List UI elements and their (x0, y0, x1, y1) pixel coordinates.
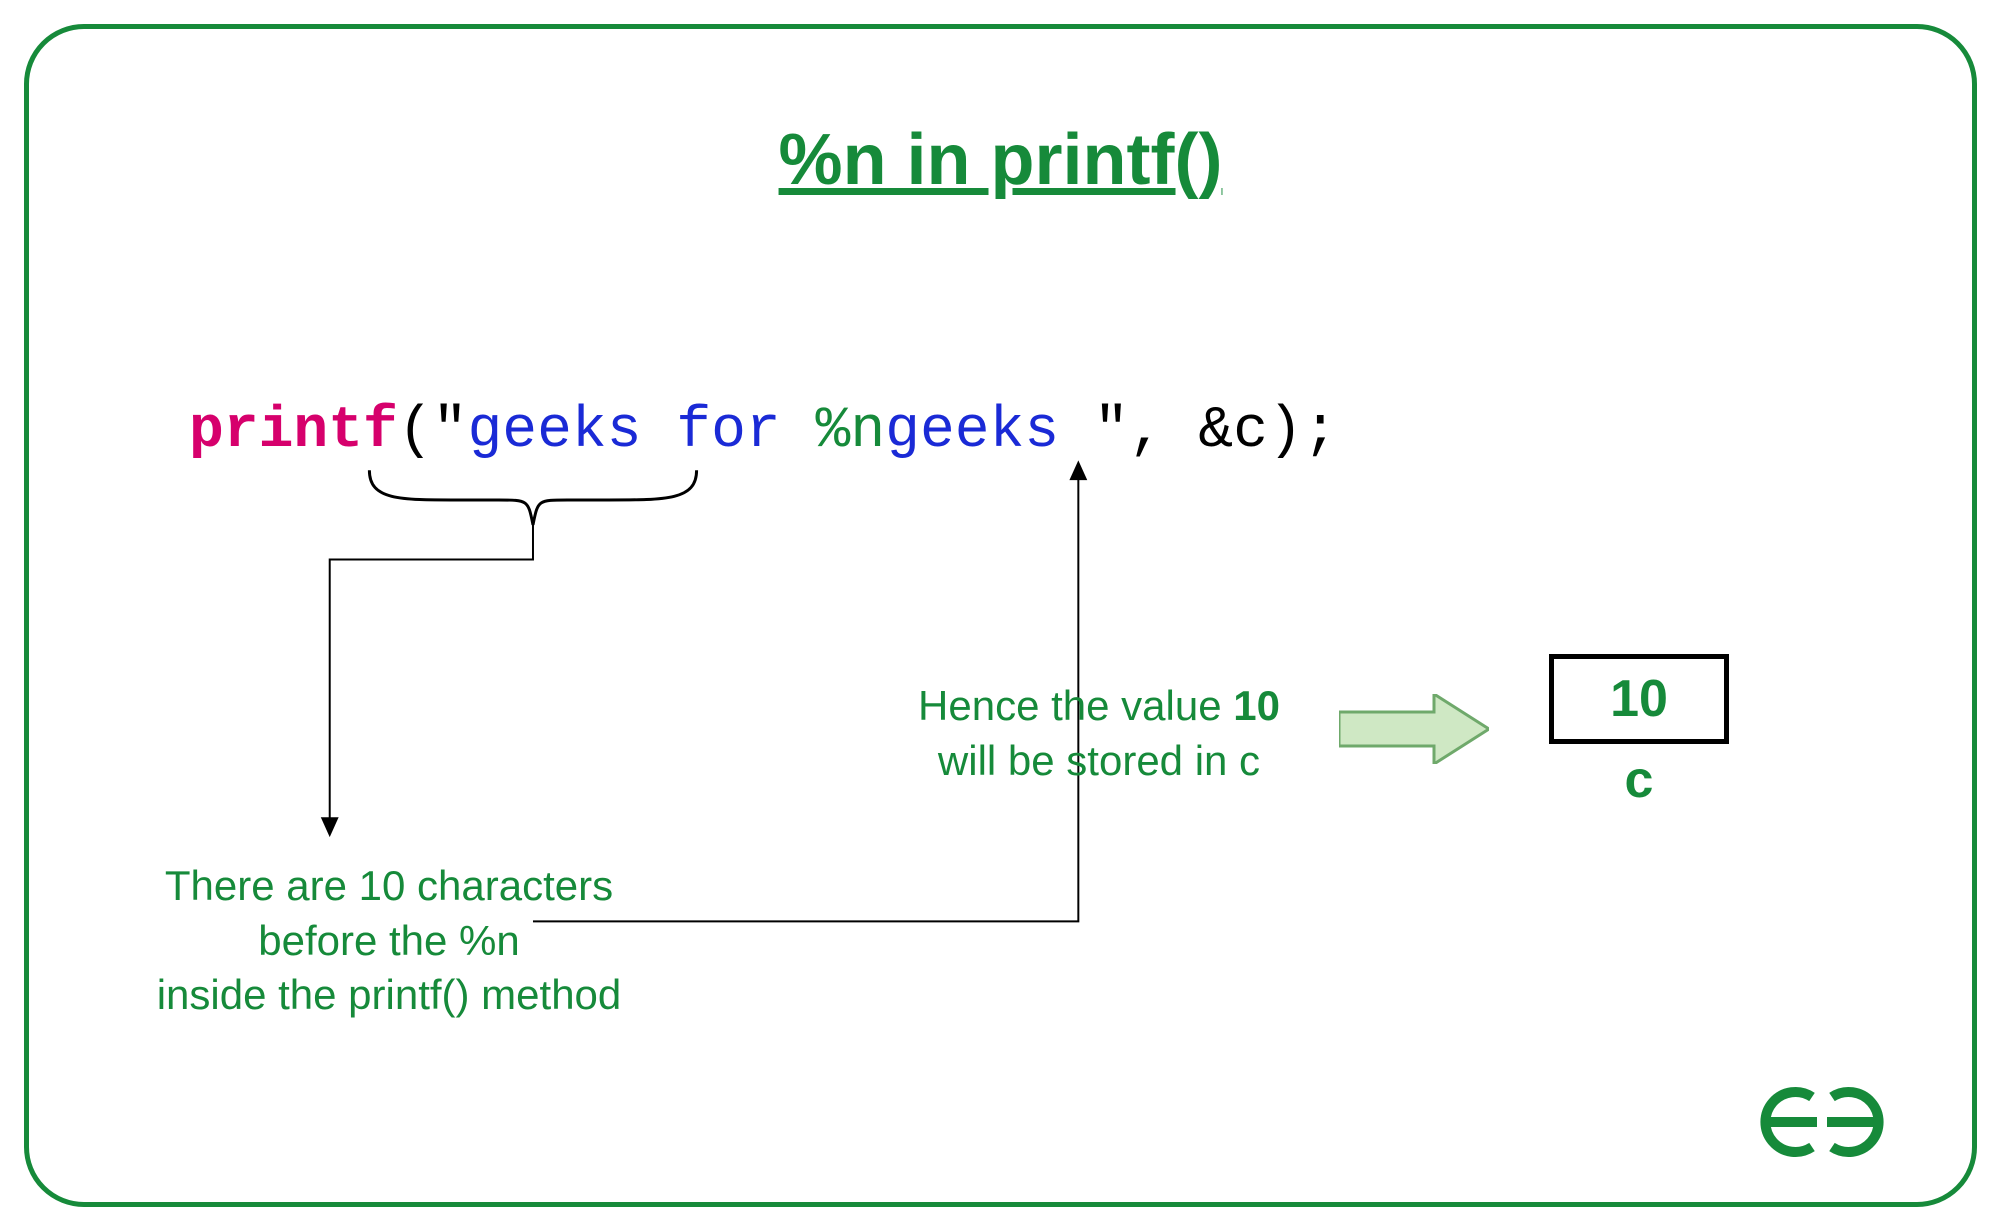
connector-to-ann1 (330, 525, 533, 822)
arrowhead-ann1 (321, 817, 339, 837)
diagram-frame: %n in printf() printf("geeks for %ngeeks… (24, 24, 1977, 1207)
code-open-paren: ( (398, 399, 433, 464)
ann2-post: will be stored in c (938, 737, 1260, 784)
brace-icon (369, 470, 696, 525)
code-keyword: printf (189, 399, 398, 464)
ann2-pre: Hence the value (918, 682, 1233, 729)
connector-overlay (29, 29, 1972, 1202)
code-quote-close: " (1094, 399, 1129, 464)
diagram-title: %n in printf() (29, 119, 1972, 201)
code-string-before: geeks for (467, 399, 815, 464)
code-quote-open: " (433, 399, 468, 464)
ann1-line2: before the %n (109, 914, 669, 969)
ann1-line3: inside the printf() method (109, 968, 669, 1023)
variable-name: c (1549, 750, 1729, 810)
ann2-value: 10 (1233, 682, 1280, 729)
variable-value: 10 (1549, 654, 1729, 744)
annotation-stored-in-c: Hence the value 10 will be stored in c (899, 679, 1299, 788)
geeksforgeeks-logo-icon (1732, 1082, 1912, 1162)
arrow-right-icon (1339, 694, 1489, 764)
code-close-paren: ) (1268, 399, 1303, 464)
code-semicolon: ; (1303, 399, 1338, 464)
ann1-line1: There are 10 characters (109, 859, 669, 914)
code-format-spec: %n (816, 399, 886, 464)
annotation-chars-before: There are 10 characters before the %n in… (109, 859, 669, 1023)
code-arg: , &c (1129, 399, 1268, 464)
variable-box: 10 c (1549, 654, 1729, 810)
code-string-after: geeks (885, 399, 1094, 464)
code-line: printf("geeks for %ngeeks ", &c); (189, 399, 1338, 464)
